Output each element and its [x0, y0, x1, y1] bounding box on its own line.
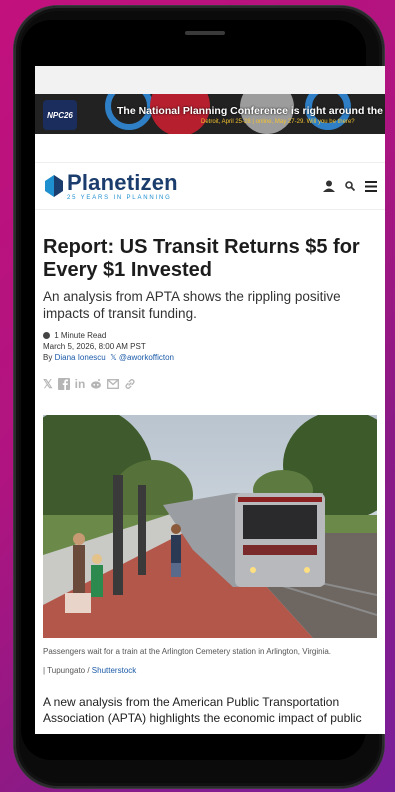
credit-source-link[interactable]: Shutterstock [92, 666, 136, 675]
banner-headline: The National Planning Conference is righ… [117, 105, 385, 117]
site-tagline: 25 YEARS IN PLANNING [67, 194, 172, 201]
email-icon[interactable] [107, 379, 120, 389]
read-time-row: 1 Minute Read [43, 330, 377, 341]
planetizen-mark-icon [45, 175, 63, 197]
x-icon[interactable]: 𝕏 [43, 377, 53, 391]
author-link[interactable]: Diana Ionescu [55, 353, 106, 362]
link-icon[interactable] [124, 378, 136, 390]
clock-icon [43, 332, 50, 339]
share-bar: 𝕏 in [43, 377, 377, 391]
x-icon: 𝕏 [107, 353, 117, 362]
article-body: A new analysis from the American Public … [43, 695, 362, 725]
image-credit: | Tupungato / Shutterstock [43, 666, 377, 675]
browser-top-strip [35, 66, 385, 94]
read-time: 1 Minute Read [54, 331, 107, 340]
brand-wordmark: Planetizen 25 YEARS IN PLANNING [67, 169, 178, 201]
facebook-icon[interactable] [57, 378, 70, 390]
npc-logo: NPC26 [43, 100, 77, 130]
site-header: Planetizen 25 YEARS IN PLANNING [35, 162, 385, 210]
article-meta: 1 Minute Read March 5, 2026, 8:00 AM PST… [43, 330, 377, 363]
article-image [43, 415, 377, 638]
article-title: Report: US Transit Returns $5 for Every … [43, 236, 360, 281]
mobile-screen: NPC26 The National Planning Conference i… [35, 66, 385, 734]
image-caption: Passengers wait for a train at the Arlin… [43, 647, 332, 656]
metro-station-photo [43, 415, 377, 638]
header-actions [323, 180, 377, 192]
site-logo[interactable]: Planetizen 25 YEARS IN PLANNING [45, 169, 178, 201]
byline: By Diana Ionescu 𝕏 @aworkofficton [43, 352, 377, 363]
menu-icon[interactable] [365, 180, 377, 192]
byline-prefix: By [43, 353, 53, 362]
publish-date: March 5, 2026, 8:00 AM PST [43, 342, 146, 351]
user-icon[interactable] [323, 180, 335, 192]
credit-prefix: | Tupungato / [43, 666, 90, 675]
speaker-grille [185, 31, 225, 35]
banner-subline: Detroit, April 25-28 | online, May 27-29… [201, 119, 355, 125]
article-summary: An analysis from APTA shows the rippling… [43, 289, 341, 321]
twitter-handle-link[interactable]: @aworkofficton [119, 353, 174, 362]
site-name: Planetizen [67, 169, 178, 195]
reddit-icon[interactable] [90, 378, 102, 390]
search-icon[interactable] [345, 181, 355, 191]
article: Report: US Transit Returns $5 for Every … [35, 236, 385, 726]
ad-banner[interactable]: NPC26 The National Planning Conference i… [35, 94, 385, 134]
linkedin-icon[interactable]: in [75, 377, 86, 391]
spacer [35, 134, 385, 162]
